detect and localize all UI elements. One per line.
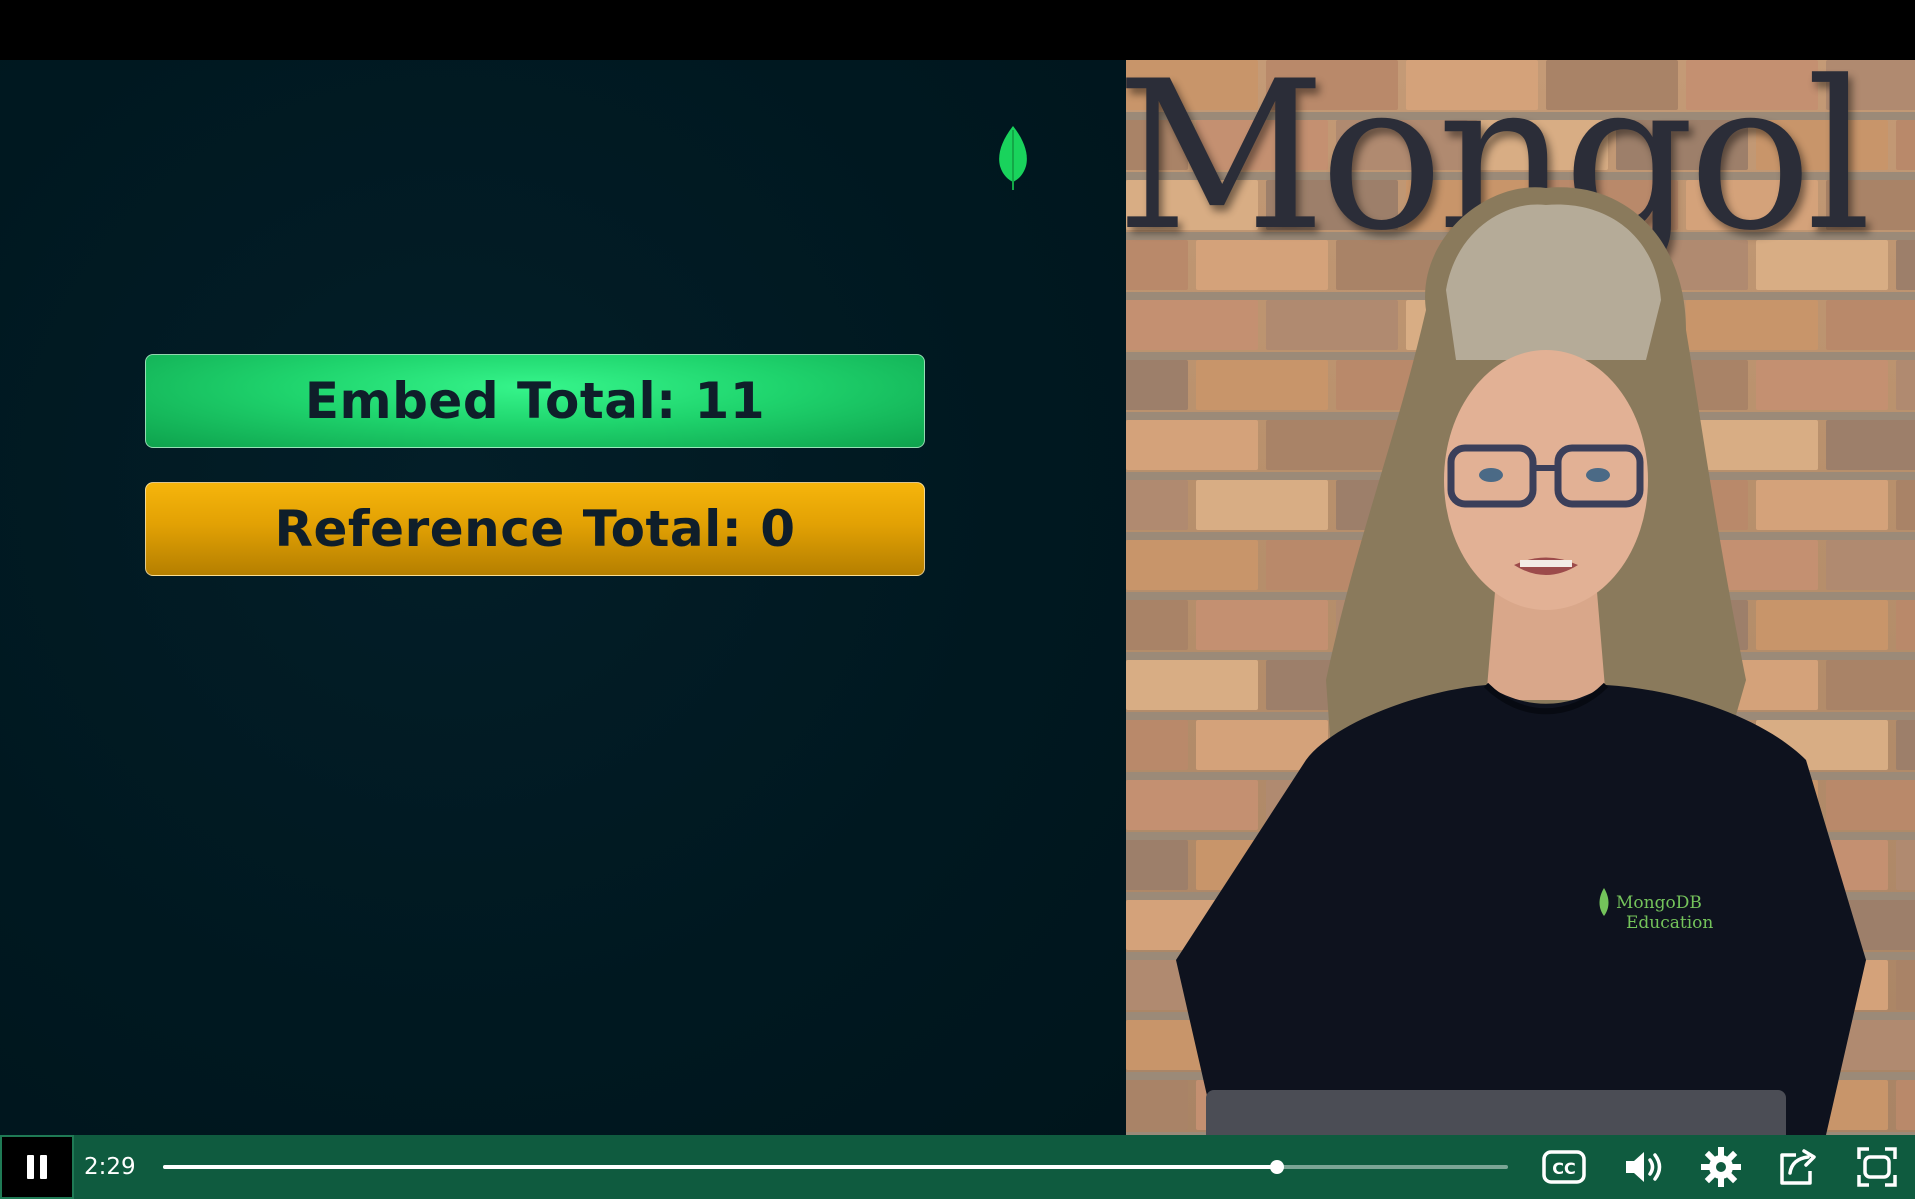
mongodb-leaf-icon xyxy=(999,126,1027,190)
video-frame[interactable]: Embed Total: 11 Reference Total: 0 Mongo… xyxy=(0,60,1915,1135)
fullscreen-button[interactable] xyxy=(1845,1135,1909,1199)
svg-text:CC: CC xyxy=(1552,1159,1575,1178)
current-time: 2:29 xyxy=(84,1154,136,1180)
presenter-camera: Mongol MongoDB Education xyxy=(1126,60,1915,1135)
presenter-image: MongoDB Education xyxy=(1176,187,1866,1135)
pause-button[interactable] xyxy=(0,1135,74,1199)
captions-button[interactable]: CC xyxy=(1532,1135,1596,1199)
volume-button[interactable] xyxy=(1612,1135,1676,1199)
reference-total-text: Reference Total: 0 xyxy=(274,500,796,558)
embed-total-banner: Embed Total: 11 xyxy=(145,354,925,448)
volume-icon xyxy=(1626,1152,1662,1182)
captions-icon: CC xyxy=(1542,1150,1586,1184)
seek-handle[interactable] xyxy=(1269,1160,1284,1174)
fullscreen-icon xyxy=(1857,1147,1897,1187)
pause-icon xyxy=(27,1155,47,1179)
top-letterbox xyxy=(0,0,1915,60)
svg-text:Education: Education xyxy=(1626,913,1713,933)
share-button[interactable] xyxy=(1766,1135,1830,1199)
seek-fill xyxy=(163,1165,1277,1169)
settings-button[interactable] xyxy=(1689,1135,1753,1199)
share-icon xyxy=(1780,1149,1816,1185)
slide-panel: Embed Total: 11 Reference Total: 0 xyxy=(0,60,1126,1135)
embed-total-text: Embed Total: 11 xyxy=(304,372,766,430)
seek-bar[interactable] xyxy=(163,1152,1508,1182)
shirt-logo-text: MongoDB xyxy=(1616,893,1702,913)
reference-total-banner: Reference Total: 0 xyxy=(145,482,925,576)
gear-icon xyxy=(1701,1147,1741,1187)
